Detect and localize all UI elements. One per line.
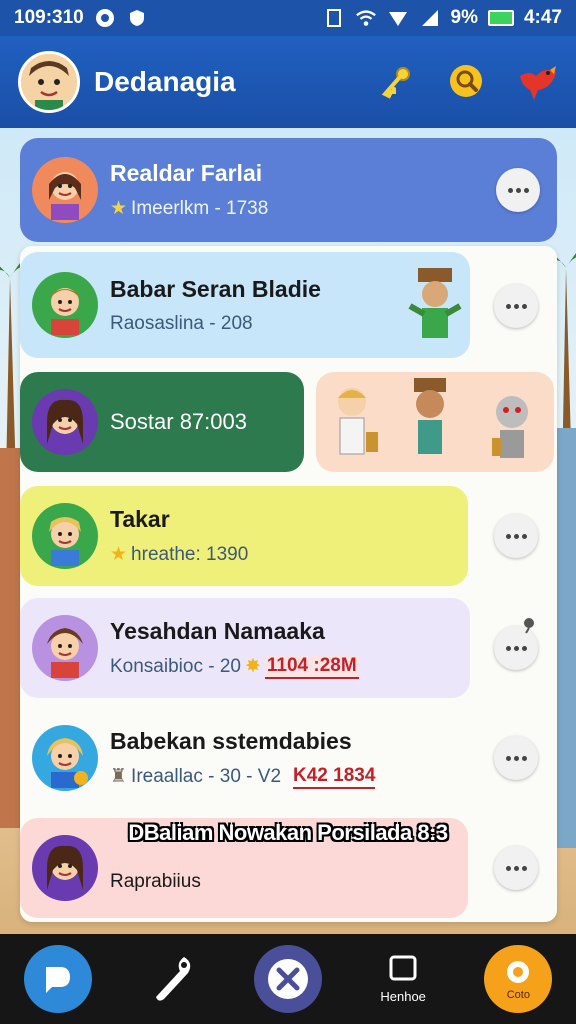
app-bar: Dedanagia: [0, 36, 576, 128]
egg-nav-button[interactable]: Coto: [484, 945, 553, 1013]
cell-icon: [419, 7, 441, 29]
item-subtitle: hreathe: 1390: [131, 543, 249, 565]
camera-icon: [94, 7, 116, 29]
avatar: [32, 272, 98, 338]
item-tag: K42 1834: [293, 765, 376, 789]
item-name: Yesahdan Namaaka: [110, 617, 325, 644]
square-icon: [388, 954, 418, 987]
home-nav-button[interactable]: Henhoe: [369, 945, 437, 1013]
app-title: Dedanagia: [94, 66, 236, 97]
key-icon[interactable]: [376, 61, 418, 103]
character-illustration: [400, 266, 470, 355]
status-time-left: 109:310: [14, 7, 84, 28]
wifi-icon: [355, 7, 377, 29]
pin-icon: [520, 616, 538, 639]
list-item[interactable]: Babekan sstemdabies ♜ Ireaallac - 30 - V…: [20, 708, 557, 808]
avatar: [32, 389, 98, 455]
battery-icon: [487, 10, 514, 26]
list-item[interactable]: Realdar Farlai ★ Imeerlkm - 1738: [20, 138, 557, 242]
more-options-button[interactable]: [494, 514, 538, 558]
more-options-button[interactable]: [494, 736, 538, 780]
shield-icon: [126, 7, 148, 29]
sim-icon: [323, 7, 345, 29]
chat-icon[interactable]: [23, 945, 92, 1013]
close-icon[interactable]: [253, 945, 322, 1013]
list-item[interactable]: Sostar 87:003: [20, 372, 304, 472]
bird-icon[interactable]: [516, 61, 558, 103]
illustration-card[interactable]: [316, 372, 554, 472]
item-subtitle: Imeerlkm - 1738: [131, 197, 269, 219]
nav-label: Henhoe: [380, 989, 426, 1004]
star-icon: ★: [110, 544, 128, 565]
nav-label: Coto: [506, 988, 530, 1001]
status-bar: 109:310 9% 4:47: [0, 0, 576, 36]
item-name: Realdar Farlai: [110, 160, 263, 186]
list-item[interactable]: Takar ★ hreathe: 1390: [20, 486, 468, 586]
item-name: Babekan sstemdabies: [110, 727, 352, 754]
item-subtitle: Ireaallac - 30 - V2: [131, 765, 282, 787]
wrench-icon[interactable]: [139, 945, 207, 1013]
more-options-button[interactable]: [494, 284, 538, 328]
avatar: [32, 725, 98, 791]
avatar: [32, 503, 98, 569]
overlay-caption: DBaliam Nowakan Porsilada 8:3: [128, 820, 448, 845]
item-name: Takar: [110, 506, 170, 532]
search-icon[interactable]: [446, 61, 488, 103]
item-subtitle: Konsaibioc - 20: [110, 655, 241, 677]
avatar: [32, 157, 98, 223]
avatar: [32, 615, 98, 681]
sparkle-icon: ✸: [244, 656, 261, 677]
list-item[interactable]: Babar Seran Bladie Raosaslina - 208: [20, 252, 470, 358]
item-subtitle: Raosaslina - 208: [110, 312, 253, 334]
item-subtitle: Raprabiius: [110, 871, 201, 892]
item-tag: 1104 :28M: [264, 654, 359, 679]
battery-percent: 9%: [450, 7, 478, 28]
star-icon: ★: [110, 198, 128, 219]
more-options-button[interactable]: [494, 846, 538, 890]
status-time-right: 4:47: [523, 7, 562, 28]
cup-icon: ♜: [110, 766, 128, 787]
item-name: Babar Seran Bladie: [110, 275, 321, 302]
profile-avatar[interactable]: [18, 51, 80, 113]
list-item[interactable]: Yesahdan Namaaka Konsaibioc - 20 ✸ 1104 …: [20, 598, 470, 698]
bottom-nav: Henhoe Coto: [0, 934, 576, 1024]
signal-icon: [387, 7, 409, 29]
egg-icon: [503, 958, 533, 991]
more-options-button[interactable]: [496, 168, 540, 212]
item-name: Sostar 87:003: [110, 409, 247, 434]
